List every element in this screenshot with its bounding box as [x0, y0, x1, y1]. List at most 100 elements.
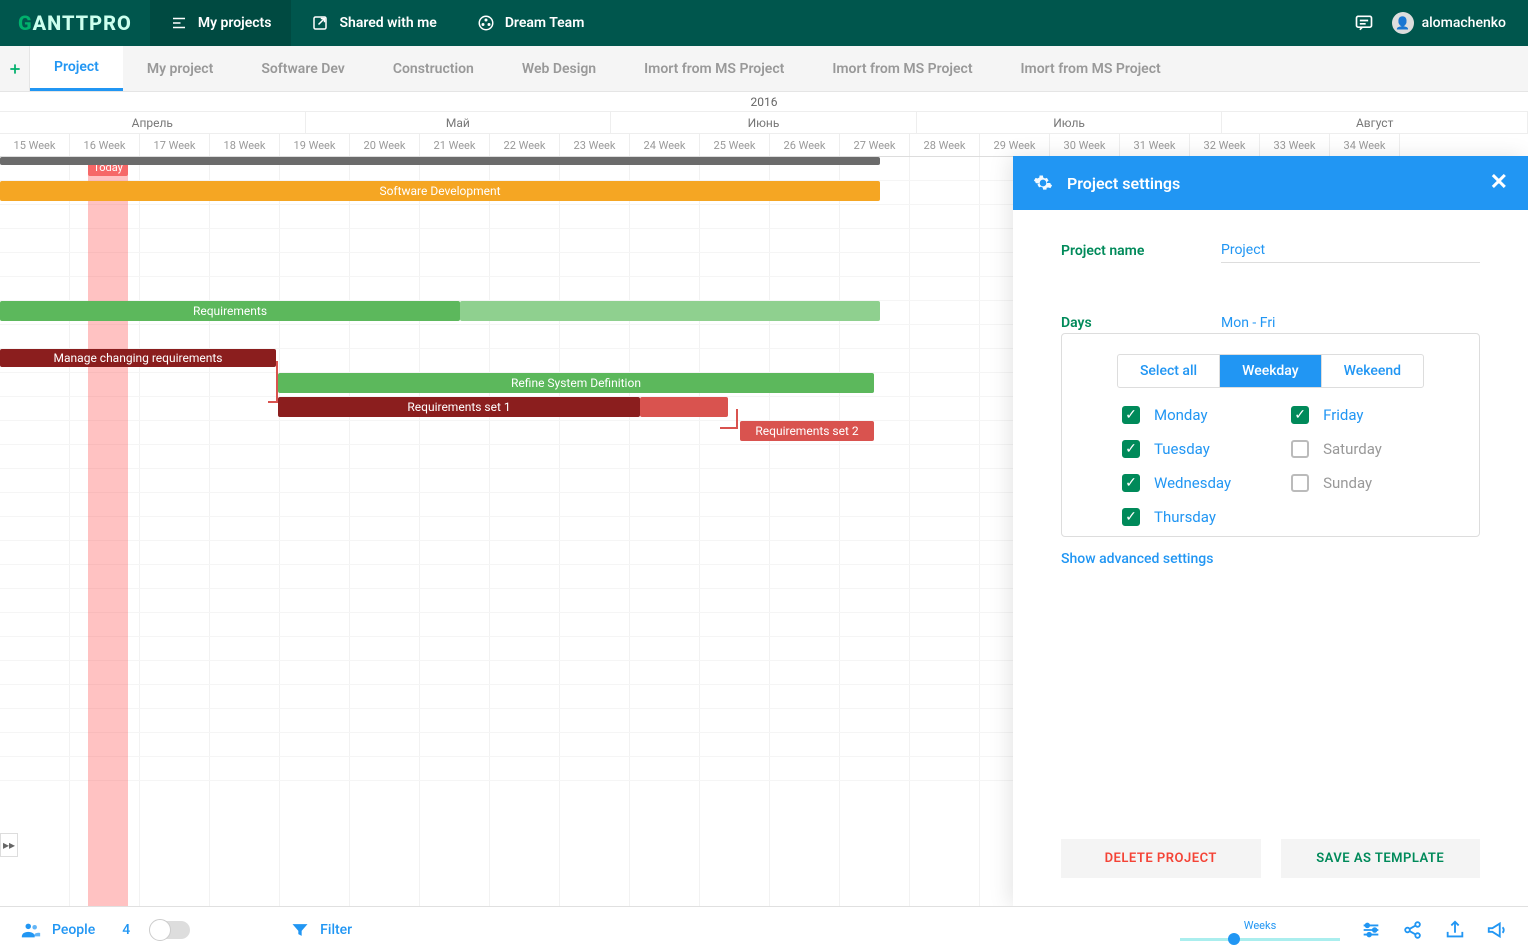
- day-tab-wekeend[interactable]: Wekeend: [1321, 355, 1423, 387]
- chat-icon[interactable]: [1354, 13, 1374, 33]
- checkbox-icon: ✓: [1122, 440, 1140, 458]
- app-header: GANTTPRO My projects Shared with me Drea…: [0, 0, 1528, 46]
- week-cell: 22 Week: [490, 134, 560, 156]
- people-toggle[interactable]: [150, 921, 190, 939]
- day-label: Saturday: [1323, 440, 1382, 458]
- week-cell: 25 Week: [700, 134, 770, 156]
- week-cell: 34 Week: [1330, 134, 1400, 156]
- announce-button[interactable]: [1486, 919, 1508, 941]
- tab-imort-from-ms-project[interactable]: Imort from MS Project: [808, 46, 996, 91]
- avatar: 👤: [1392, 12, 1414, 34]
- checkbox-icon: ✓: [1122, 474, 1140, 492]
- month-cell: Май: [306, 112, 612, 133]
- bar-req1-tail[interactable]: [640, 397, 728, 417]
- bar-manage[interactable]: Manage changing requirements: [0, 349, 276, 367]
- day-tuesday[interactable]: ✓ Tuesday: [1122, 440, 1231, 458]
- week-cell: 19 Week: [280, 134, 350, 156]
- zoom-slider[interactable]: Weeks: [1180, 919, 1340, 941]
- settings-toggle-button[interactable]: [1360, 919, 1382, 941]
- project-name-input[interactable]: Project: [1221, 238, 1480, 263]
- tab-project[interactable]: Project: [30, 46, 123, 91]
- days-value[interactable]: Mon - Fri: [1221, 311, 1480, 335]
- timeline-header: 2016 АпрельМайИюньИюльАвгуст 15 Week16 W…: [0, 92, 1528, 157]
- header-right: 👤 alomachenko: [1354, 12, 1528, 34]
- save-template-button[interactable]: SAVE AS TEMPLATE: [1281, 839, 1481, 878]
- week-cell: 18 Week: [210, 134, 280, 156]
- day-tab-select-all[interactable]: Select all: [1118, 355, 1219, 387]
- share-project-button[interactable]: [1402, 919, 1424, 941]
- day-wednesday[interactable]: ✓ Wednesday: [1122, 474, 1231, 492]
- day-label: Monday: [1154, 406, 1208, 424]
- panel-actions: DELETE PROJECT SAVE AS TEMPLATE: [1013, 819, 1528, 906]
- bar-req2[interactable]: Requirements set 2: [740, 421, 874, 441]
- tab-software-dev[interactable]: Software Dev: [237, 46, 369, 91]
- day-monday[interactable]: ✓ Monday: [1122, 406, 1231, 424]
- day-label: Wednesday: [1154, 474, 1231, 492]
- delete-project-button[interactable]: DELETE PROJECT: [1061, 839, 1261, 878]
- week-cell: 26 Week: [770, 134, 840, 156]
- week-cell: 29 Week: [980, 134, 1050, 156]
- day-label: Tuesday: [1154, 440, 1210, 458]
- people-button[interactable]: People 4: [20, 919, 130, 941]
- day-selector: Select allWeekdayWekeend ✓ Monday ✓ Tuesday…: [1061, 333, 1480, 537]
- week-cell: 27 Week: [840, 134, 910, 156]
- list-icon: [170, 14, 188, 32]
- bottom-toolbar: People 4 Filter Weeks: [0, 906, 1528, 952]
- week-cell: 33 Week: [1260, 134, 1330, 156]
- month-cell: Июль: [917, 112, 1223, 133]
- week-cell: 32 Week: [1190, 134, 1260, 156]
- week-cell: 24 Week: [630, 134, 700, 156]
- bar-software-dev[interactable]: Software Development: [0, 181, 880, 201]
- panel-title: Project settings: [1067, 174, 1180, 193]
- filter-button[interactable]: Filter: [290, 920, 352, 940]
- close-panel-button[interactable]: ✕: [1490, 172, 1508, 194]
- month-cell: Апрель: [0, 112, 306, 133]
- checkbox-icon: ✓: [1122, 406, 1140, 424]
- username: alomachenko: [1422, 15, 1506, 31]
- day-label: Friday: [1323, 406, 1363, 424]
- day-label: Sunday: [1323, 474, 1372, 492]
- checkbox-icon: ✓: [1122, 508, 1140, 526]
- week-cell: 31 Week: [1120, 134, 1190, 156]
- nav-shared-with-me[interactable]: Shared with me: [291, 0, 456, 46]
- team-circle-icon: [477, 14, 495, 32]
- add-project-button[interactable]: [0, 46, 30, 91]
- filter-icon: [290, 920, 310, 940]
- advanced-settings-link[interactable]: Show advanced settings: [1061, 551, 1480, 567]
- tab-imort-from-ms-project[interactable]: Imort from MS Project: [997, 46, 1185, 91]
- tab-imort-from-ms-project[interactable]: Imort from MS Project: [620, 46, 808, 91]
- bar-requirements-tail[interactable]: [460, 301, 880, 321]
- bar-root[interactable]: [0, 157, 880, 165]
- checkbox-icon: ✓: [1291, 406, 1309, 424]
- tab-my-project[interactable]: My project: [123, 46, 237, 91]
- week-cell: 23 Week: [560, 134, 630, 156]
- project-name-field: Project name Project: [1061, 238, 1480, 263]
- nav-my-projects[interactable]: My projects: [150, 0, 292, 46]
- bar-req1[interactable]: Requirements set 1: [278, 397, 640, 417]
- tab-web-design[interactable]: Web Design: [498, 46, 620, 91]
- day-sunday[interactable]: Sunday: [1291, 474, 1382, 492]
- tab-construction[interactable]: Construction: [369, 46, 498, 91]
- week-cell: 28 Week: [910, 134, 980, 156]
- dep-link: [720, 409, 738, 429]
- expand-sidebar-button[interactable]: ▸▸: [0, 833, 18, 857]
- day-friday[interactable]: ✓ Friday: [1291, 406, 1382, 424]
- month-cell: Июнь: [611, 112, 917, 133]
- nav-dream-team[interactable]: Dream Team: [457, 0, 605, 46]
- day-saturday[interactable]: Saturday: [1291, 440, 1382, 458]
- project-tabs: ProjectMy projectSoftware DevConstructio…: [0, 46, 1528, 92]
- timeline-year: 2016: [0, 92, 1528, 112]
- share-out-icon: [311, 14, 329, 32]
- export-button[interactable]: [1444, 919, 1466, 941]
- day-tab-weekday[interactable]: Weekday: [1219, 355, 1320, 387]
- day-thursday[interactable]: ✓ Thursday: [1122, 508, 1231, 526]
- checkbox-icon: [1291, 474, 1309, 492]
- week-cell: 20 Week: [350, 134, 420, 156]
- week-cell: 16 Week: [70, 134, 140, 156]
- bar-refine[interactable]: Refine System Definition: [278, 373, 874, 393]
- bar-requirements[interactable]: Requirements: [0, 301, 460, 321]
- week-cell: 17 Week: [140, 134, 210, 156]
- month-cell: Август: [1222, 112, 1528, 133]
- day-label: Thursday: [1154, 508, 1216, 526]
- user-menu[interactable]: 👤 alomachenko: [1392, 12, 1506, 34]
